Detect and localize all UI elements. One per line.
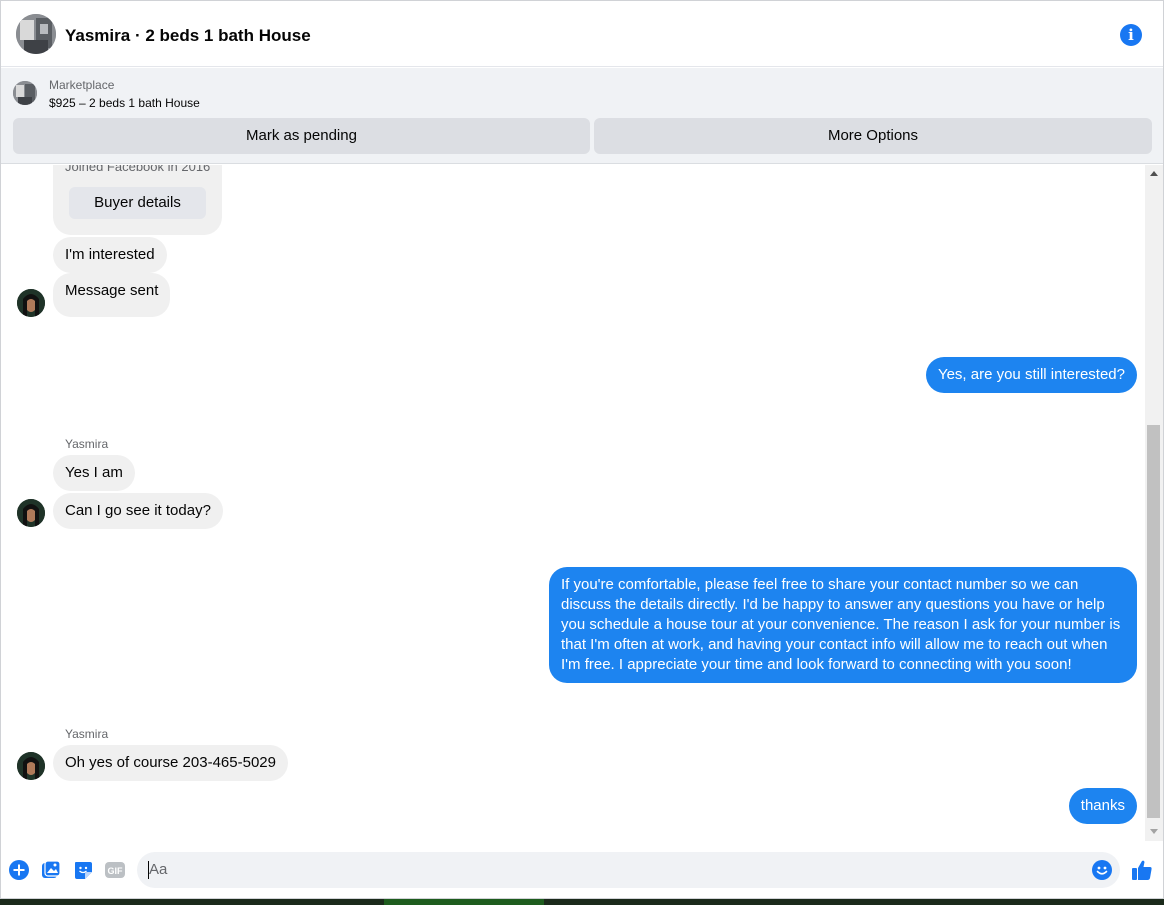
gif-label: GIF (108, 866, 124, 876)
more-options-button[interactable]: More Options (594, 118, 1152, 154)
conversation-title: Yasmira · 2 beds 1 bath House (65, 26, 311, 45)
message-bubble[interactable]: thanks (1068, 788, 1137, 824)
contact-avatar[interactable] (17, 289, 45, 317)
taskbar-active-segment (384, 899, 544, 905)
emoji-icon[interactable] (1092, 860, 1112, 880)
message-bubble[interactable]: Yes, are you still interested? (925, 357, 1137, 393)
scroll-down-arrow-icon[interactable] (1150, 829, 1158, 834)
sender-name: Yasmira (65, 437, 109, 451)
joined-facebook-text: Joined Facebook in 2016 (65, 165, 211, 174)
like-icon[interactable] (1131, 859, 1153, 881)
contact-avatar[interactable] (17, 499, 45, 527)
message-composer: GIF Aa (1, 841, 1163, 898)
mark-as-pending-button[interactable]: Mark as pending (13, 118, 590, 154)
message-bubble[interactable]: If you're comfortable, please feel free … (549, 567, 1137, 683)
chat-header: Yasmira · 2 beds 1 bath House i (1, 1, 1163, 67)
message-bubble[interactable]: Message sent (53, 273, 171, 317)
listing-avatar[interactable] (16, 14, 56, 54)
marketplace-label: Marketplace (49, 78, 115, 92)
message-bubble[interactable]: Can I go see it today? (53, 493, 223, 529)
scrollbar-thumb[interactable] (1147, 425, 1160, 818)
marketplace-banner: Marketplace $925 – 2 beds 1 bath House M… (1, 68, 1163, 164)
scroll-up-arrow-icon[interactable] (1150, 171, 1158, 176)
chat-window: Yasmira · 2 beds 1 bath House i Marketpl… (0, 0, 1164, 899)
taskbar-strip (0, 899, 1164, 905)
sender-name: Yasmira (65, 727, 109, 741)
buyer-info-card: Joined Facebook in 2016 Buyer details (53, 165, 222, 235)
buyer-details-button[interactable]: Buyer details (69, 187, 206, 219)
message-input[interactable]: Aa (137, 852, 1120, 888)
plus-icon[interactable] (9, 860, 29, 880)
listing-title[interactable]: $925 – 2 beds 1 bath House (49, 96, 200, 110)
message-bubble[interactable]: Yes I am (53, 455, 135, 491)
message-list[interactable]: Joined Facebook in 2016 Buyer details I'… (1, 165, 1145, 841)
scrollbar[interactable] (1145, 165, 1163, 841)
message-bubble[interactable]: Oh yes of course 203-465-5029 (53, 745, 288, 781)
message-bubble[interactable]: I'm interested (53, 237, 167, 273)
listing-thumbnail[interactable] (13, 81, 37, 105)
message-input-placeholder: Aa (149, 861, 168, 878)
contact-avatar[interactable] (17, 752, 45, 780)
photo-icon[interactable] (41, 860, 61, 880)
info-icon[interactable]: i (1120, 24, 1142, 46)
gif-icon[interactable]: GIF (105, 860, 125, 880)
sticker-icon[interactable] (73, 860, 93, 880)
